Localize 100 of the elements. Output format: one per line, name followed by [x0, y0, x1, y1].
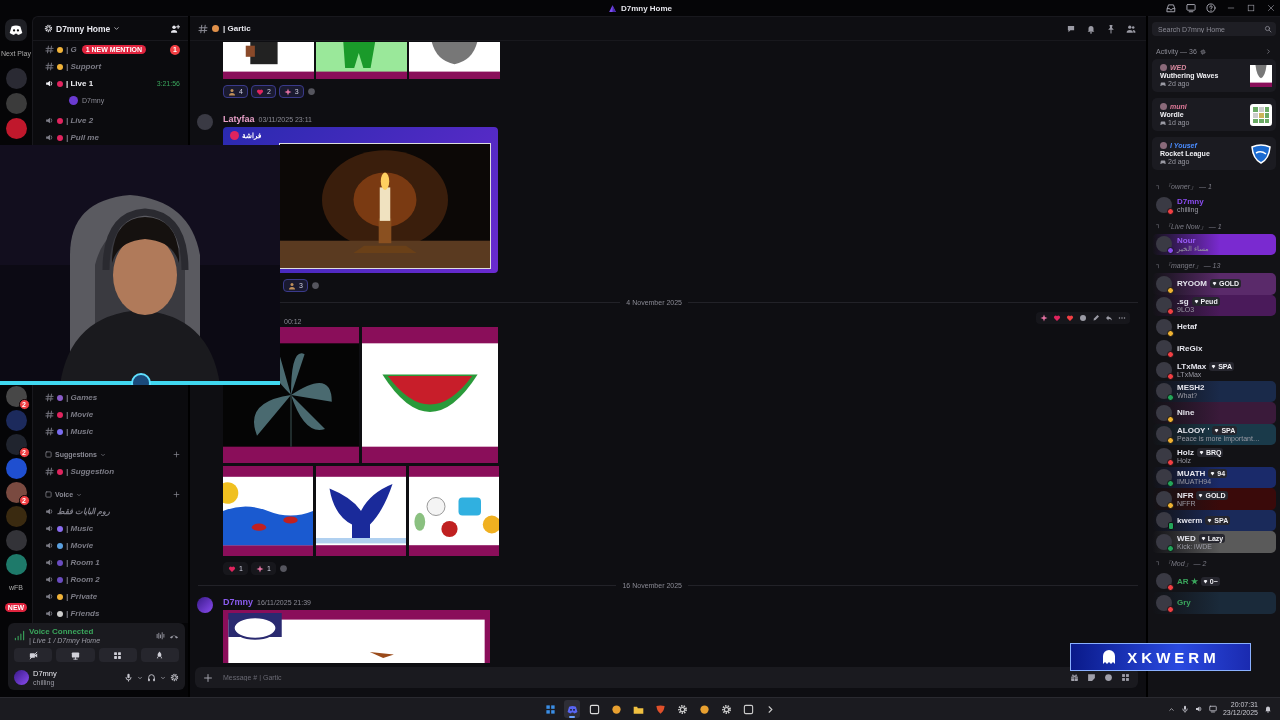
channel-item[interactable]: | Live 2	[33, 112, 188, 129]
search-icon	[1264, 25, 1272, 33]
folder-icon	[45, 491, 52, 498]
member-name: NFR	[1177, 490, 1194, 500]
browser-icon	[610, 703, 622, 715]
taskbar-app[interactable]	[564, 700, 580, 718]
member-name: .sg	[1177, 297, 1189, 307]
grid-icon	[1250, 103, 1272, 126]
plus-icon[interactable]	[173, 451, 180, 458]
waveform-icon[interactable]	[156, 631, 165, 640]
add-reaction-icon[interactable]	[1079, 314, 1087, 322]
speaker-icon	[45, 79, 54, 88]
pencil-icon[interactable]	[1092, 314, 1100, 322]
gift-icon[interactable]	[1070, 673, 1079, 682]
overlay-label: XKWERM	[1127, 648, 1220, 666]
emoji-icon[interactable]	[1104, 673, 1113, 682]
author-name[interactable]: D7mny	[223, 597, 253, 607]
home-button[interactable]	[5, 19, 27, 41]
settings-icon[interactable]	[170, 673, 179, 682]
dot-icon	[212, 25, 219, 32]
channel-item[interactable]: روم البايات فقط	[33, 503, 188, 520]
microphone-icon[interactable]	[124, 673, 133, 682]
member-name: Holz	[1177, 447, 1194, 457]
member-name: RYOOM	[1177, 279, 1207, 289]
channel-item[interactable]: | Games	[33, 389, 188, 406]
author-name[interactable]: Latyfaa	[223, 114, 255, 124]
tag-icon	[1193, 299, 1199, 305]
channel-item[interactable]: | Music	[33, 520, 188, 537]
threads-icon[interactable]	[1066, 23, 1076, 34]
hash-icon	[45, 427, 54, 436]
shield-icon	[654, 703, 666, 715]
channel-item[interactable]: | Room 1	[33, 554, 188, 571]
tag-icon	[1198, 492, 1204, 498]
bell-icon[interactable]	[1086, 23, 1096, 34]
speaker-icon	[45, 507, 54, 516]
plus-icon[interactable]	[173, 491, 180, 498]
member-item[interactable]: iReGix	[1152, 337, 1276, 359]
monitor-icon[interactable]	[1186, 3, 1196, 13]
monitor-icon[interactable]	[1208, 705, 1217, 713]
bell-icon[interactable]	[1264, 705, 1272, 713]
screen-icon	[70, 650, 80, 660]
status-icon	[1167, 247, 1174, 255]
channel-item[interactable]: | Movie	[33, 406, 188, 423]
hash-icon	[45, 467, 54, 476]
status-icon	[1167, 308, 1174, 316]
channel-title: | Gartic	[223, 24, 251, 33]
member-name: MUATH	[1177, 469, 1206, 479]
channel-item[interactable]: | Music	[33, 423, 188, 440]
add-member-icon[interactable]	[170, 23, 180, 34]
grid-icon	[113, 650, 123, 660]
reply-icon[interactable]	[1105, 314, 1113, 322]
chevron-down-icon[interactable]	[137, 674, 143, 681]
microphone-icon[interactable]	[1180, 705, 1189, 713]
camera-button[interactable]	[14, 648, 53, 662]
user-avatar	[197, 597, 213, 613]
activity-button[interactable]	[98, 648, 137, 662]
screen-share-button[interactable]	[56, 648, 95, 662]
window-icon	[588, 703, 600, 715]
speaker-icon	[45, 133, 54, 142]
pin-icon[interactable]	[1106, 23, 1116, 34]
speaker-icon	[45, 558, 54, 567]
channel-item[interactable]: | Friends	[33, 605, 188, 622]
soundboard-button[interactable]	[140, 648, 179, 662]
channel-item[interactable]: | Suggestion	[33, 463, 188, 480]
close-icon[interactable]	[1266, 3, 1276, 13]
avatar	[69, 96, 78, 105]
speaker-icon	[45, 541, 54, 550]
channel-item[interactable]: | Support	[33, 58, 188, 75]
help-icon[interactable]	[1206, 3, 1216, 13]
channel-item[interactable]: | Room 2	[33, 571, 188, 588]
channel-item[interactable]: | Movie	[33, 537, 188, 554]
inbox-icon[interactable]	[1166, 3, 1176, 13]
gamepad-icon	[1160, 158, 1166, 165]
sticker-icon[interactable]	[1087, 673, 1096, 682]
maximize-icon[interactable]	[1246, 3, 1256, 13]
more-icon[interactable]	[1118, 314, 1126, 322]
speaker-icon	[45, 575, 54, 584]
status-icon	[1167, 351, 1174, 359]
plus-icon[interactable]	[203, 672, 213, 683]
apps-icon[interactable]	[1121, 673, 1130, 682]
chat-logo-icon	[566, 703, 578, 715]
headphones-icon[interactable]	[147, 673, 156, 682]
status-icon	[1167, 584, 1174, 592]
status-icon	[1167, 458, 1174, 466]
sparkle-icon[interactable]	[1040, 314, 1048, 322]
tag-icon	[1202, 578, 1208, 584]
channel-item[interactable]: | Private	[33, 588, 188, 605]
status-icon	[1167, 544, 1174, 552]
chevron-up-icon[interactable]	[1167, 705, 1175, 713]
tag-icon	[1198, 449, 1204, 455]
chevron-down-icon[interactable]	[160, 674, 166, 681]
channel-item[interactable]: | Pull me	[33, 129, 188, 146]
speaker-icon[interactable]	[1194, 705, 1203, 713]
chevron-right-icon[interactable]	[1265, 48, 1272, 55]
status-icon	[1167, 286, 1174, 294]
hash-icon	[198, 23, 208, 34]
members-icon[interactable]	[1126, 23, 1136, 34]
chevron-down-icon[interactable]	[113, 25, 121, 32]
member-item[interactable]: Hetaf	[1152, 316, 1276, 338]
status-icon	[1167, 394, 1174, 402]
